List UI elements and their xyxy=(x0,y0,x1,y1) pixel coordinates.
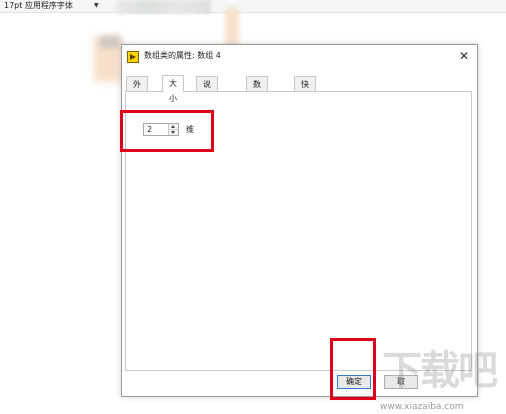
decrement-icon[interactable] xyxy=(169,130,178,135)
chevron-down-icon[interactable]: ▼ xyxy=(94,1,99,11)
close-icon[interactable]: ✕ xyxy=(457,49,471,63)
blurred-region xyxy=(116,0,211,14)
spin-buttons xyxy=(168,124,178,135)
watermark-logo-text: 下载吧 xyxy=(382,348,498,394)
dimension-value[interactable]: 2 xyxy=(147,124,152,135)
size-tab-panel: 2 维 xyxy=(125,91,472,371)
dialog-title: 数组类的属性: 数组 4 xyxy=(144,51,221,60)
tab-appearance[interactable]: 外观 xyxy=(126,76,148,104)
tab-shortcut-keys[interactable]: 快捷键 xyxy=(294,76,316,119)
dialog-titlebar[interactable]: 数组类的属性: 数组 4 ✕ xyxy=(122,45,477,69)
app-icon xyxy=(127,51,139,63)
dimension-unit-label: 维 xyxy=(186,125,194,134)
tab-documentation[interactable]: 说明信息 xyxy=(196,76,218,134)
ok-button[interactable]: 确定 xyxy=(337,375,371,389)
tab-data-binding[interactable]: 数据绑定 xyxy=(246,76,268,134)
top-toolbar: 17pt 应用程序字体 ▼ xyxy=(0,0,506,13)
properties-dialog: 数组类的属性: 数组 4 ✕ 外观 大小 说明信息 数据绑定 快捷键 2 维 确… xyxy=(121,44,478,397)
watermark-url: www.xiazaiba.com xyxy=(380,402,464,412)
blurred-region xyxy=(225,8,239,48)
font-select[interactable]: 17pt 应用程序字体 xyxy=(4,1,73,11)
watermark: 下载吧 www.xiazaiba.com xyxy=(380,346,506,414)
blurred-region xyxy=(100,36,120,48)
tab-size[interactable]: 大小 xyxy=(162,75,184,103)
dimension-stepper[interactable]: 2 xyxy=(143,123,179,136)
